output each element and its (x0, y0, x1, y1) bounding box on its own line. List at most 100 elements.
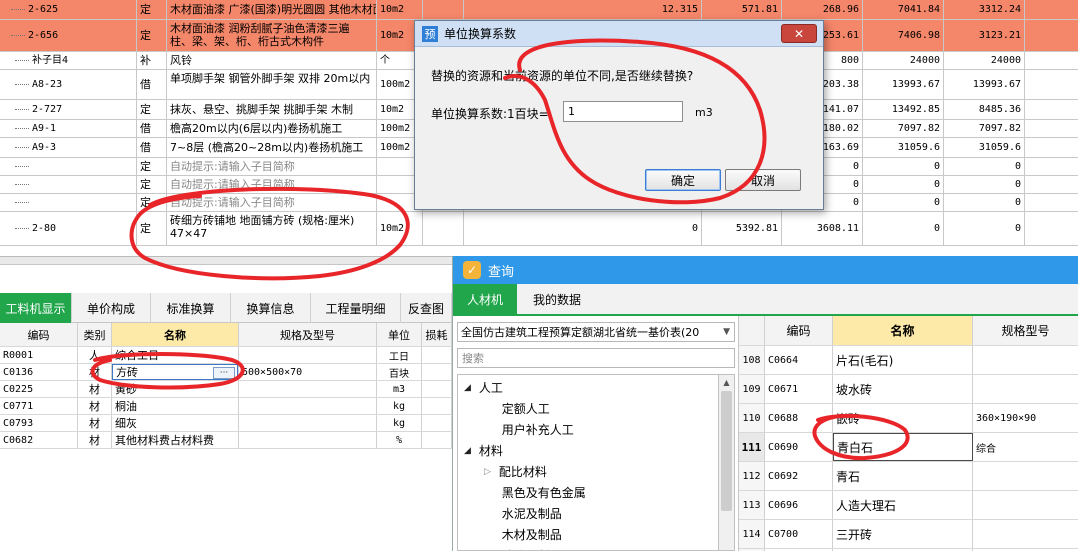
query-title-bar[interactable]: ✓ 查询 (453, 256, 1078, 284)
quota-code-cell[interactable]: 2-80 (0, 212, 137, 245)
scroll-up-icon[interactable]: ▲ (719, 375, 734, 390)
quota-unit-cell[interactable]: 10m2 (377, 0, 423, 19)
quota-v4-cell[interactable]: 0 (944, 212, 1025, 245)
query-code-cell[interactable]: C0696 (765, 491, 833, 519)
tree-node[interactable]: ▷ 配比材料 (484, 461, 547, 482)
quota-type-cell[interactable]: 定 (137, 158, 167, 175)
material-loss-cell[interactable] (422, 398, 452, 414)
quota-type-cell[interactable]: 定 (137, 100, 167, 119)
quota-v4-cell[interactable]: 3312.24 (944, 0, 1025, 19)
material-column-header[interactable]: 编码 (0, 323, 78, 346)
query-search-input[interactable]: 搜索 (457, 348, 735, 368)
tree-node[interactable]: ◢ 材料 (464, 440, 503, 461)
quota-type-cell[interactable]: 定 (137, 194, 167, 211)
material-spec-cell[interactable] (239, 347, 377, 363)
quota-v4-cell[interactable]: 7097.82 (944, 120, 1025, 137)
quota-v4-cell[interactable]: 3123.21 (944, 20, 1025, 51)
quota-v3-cell[interactable]: 31059.6 (863, 138, 944, 157)
material-unit-cell[interactable]: kg (377, 398, 422, 414)
tree-node[interactable]: 木材及制品 (484, 524, 562, 545)
quota-name-cell[interactable]: 抹灰、悬空、挑脚手架 挑脚手架 木制 (167, 100, 377, 119)
quota-row[interactable]: 2-625 定 木材面油漆 广漆(国漆)明光圆圆 其他木材面 10m2 12.315 57… (0, 0, 1078, 20)
material-column-header[interactable]: 损耗 (422, 323, 452, 346)
quota-code-cell[interactable]: 2-727 (0, 100, 137, 119)
tab-5[interactable]: 反查图 (401, 293, 452, 323)
material-name-cell[interactable]: 方砖 ··· (112, 364, 239, 380)
quota-name-cell[interactable]: 自动提示:请输入子目简称 (167, 176, 377, 193)
query-result-row[interactable]: 108 C0664 片石(毛石) (739, 346, 1078, 375)
panel-splitter[interactable] (0, 257, 452, 265)
quota-type-cell[interactable]: 补 (137, 52, 167, 69)
query-name-cell[interactable]: 青白石 (833, 433, 973, 461)
quota-code-cell[interactable]: 2-656 (0, 20, 137, 51)
material-code-cell[interactable]: C0793 (0, 415, 78, 431)
quota-v3-cell[interactable]: 7097.82 (863, 120, 944, 137)
quota-unit-cell[interactable]: 10m2 (377, 212, 423, 245)
material-column-header[interactable]: 单位 (377, 323, 422, 346)
quota-row[interactable]: 2-80 定 砖细方砖铺地 地面铺方砖 (规格:厘米) 47×47 10m2 0 5392… (0, 212, 1078, 246)
query-result-row[interactable]: 114 C0700 三开砖 (739, 520, 1078, 549)
tab-4[interactable]: 工程量明细 (311, 293, 401, 323)
conversion-factor-input[interactable]: 1 (563, 101, 683, 122)
query-name-cell[interactable]: 青石 (833, 462, 973, 490)
material-column-header[interactable]: 类别 (78, 323, 112, 346)
query-idx-cell[interactable]: 112 (739, 462, 765, 490)
quota-code-cell[interactable]: 2-625 (0, 0, 137, 19)
material-loss-cell[interactable] (422, 381, 452, 397)
material-cat-cell[interactable]: 材 (78, 432, 112, 448)
quota-name-cell[interactable]: 单项脚手架 钢管外脚手架 双排 20m以内 (167, 70, 377, 99)
tab-3[interactable]: 换算信息 (231, 293, 311, 323)
tree-node[interactable]: 黑色及有色金属 (484, 482, 586, 503)
library-select[interactable]: 全国仿古建筑工程预算定额湖北省统一基价表(20 ▼ (457, 322, 735, 342)
quota-type-cell[interactable]: 定 (137, 0, 167, 19)
material-row[interactable]: C0682 材 其他材料费占材料费% (0, 432, 452, 449)
quota-code-cell[interactable] (0, 194, 137, 211)
quota-qty-cell[interactable] (423, 212, 464, 245)
quota-v2-cell[interactable]: 3608.11 (782, 212, 863, 245)
quota-type-cell[interactable]: 定 (137, 176, 167, 193)
material-unit-cell[interactable]: 工日 (377, 347, 422, 363)
material-row[interactable]: C0771 材 桐油 kg (0, 398, 452, 415)
category-tree-scrollbar[interactable]: ▲ (719, 374, 735, 551)
quota-v3-cell[interactable]: 24000 (863, 52, 944, 69)
material-row[interactable]: R0001 人 综合工日 工日 (0, 347, 452, 364)
query-column-header[interactable] (739, 316, 765, 345)
quota-name-cell[interactable]: 7~8层 (檐高20~28m以内)卷扬机施工 (167, 138, 377, 157)
quota-v1-cell[interactable]: 5392.81 (702, 212, 782, 245)
cancel-button[interactable]: 取消 (725, 169, 801, 191)
query-result-row[interactable]: 111 C0690 青白石 综合 (739, 433, 1078, 462)
quota-v3-cell[interactable]: 13492.85 (863, 100, 944, 119)
quota-name-cell[interactable]: 木材面油漆 润粉刮腻子油色清漆三遍 柱、梁、架、桁、桁古式木构件 (167, 20, 377, 51)
quota-v3-cell[interactable]: 7041.84 (863, 0, 944, 19)
material-unit-cell[interactable]: % (377, 432, 422, 448)
query-column-header[interactable]: 编码 (765, 316, 833, 345)
scrollbar-thumb[interactable] (721, 391, 732, 511)
quota-v4-cell[interactable]: 0 (944, 158, 1025, 175)
material-cat-cell[interactable]: 人 (78, 347, 112, 363)
material-row[interactable]: C0136 材 方砖 ··· 500×500×70 百块 (0, 364, 452, 381)
material-spec-cell[interactable] (239, 432, 377, 448)
quota-code-cell[interactable] (0, 176, 137, 193)
query-idx-cell[interactable]: 111 (739, 433, 765, 461)
query-result-row[interactable]: 113 C0696 人造大理石 (739, 491, 1078, 520)
material-code-cell[interactable]: R0001 (0, 347, 78, 363)
material-name-cell[interactable]: 桐油 (112, 398, 239, 414)
quota-code-cell[interactable]: A9-1 (0, 120, 137, 137)
query-name-cell[interactable]: 人造大理石 (833, 491, 973, 519)
material-row[interactable]: C0793 材 细灰 kg (0, 415, 452, 432)
quota-v3-cell[interactable]: 0 (863, 194, 944, 211)
query-result-row[interactable]: 112 C0692 青石 (739, 462, 1078, 491)
quota-v4-cell[interactable]: 24000 (944, 52, 1025, 69)
tree-node[interactable]: 水泥及制品 (484, 503, 562, 524)
quota-name-cell[interactable]: 木材面油漆 广漆(国漆)明光圆圆 其他木材面 (167, 0, 377, 19)
tree-node[interactable]: ◢ 人工 (464, 377, 503, 398)
query-spec-cell[interactable] (973, 520, 1078, 548)
query-column-header[interactable]: 名称 (833, 316, 973, 345)
query-spec-cell[interactable] (973, 462, 1078, 490)
quota-type-cell[interactable]: 借 (137, 70, 167, 99)
query-idx-cell[interactable]: 109 (739, 375, 765, 403)
quota-code-cell[interactable] (0, 158, 137, 175)
material-column-header[interactable]: 规格及型号 (239, 323, 377, 346)
quota-v3-cell[interactable]: 0 (863, 212, 944, 245)
material-loss-cell[interactable] (422, 415, 452, 431)
